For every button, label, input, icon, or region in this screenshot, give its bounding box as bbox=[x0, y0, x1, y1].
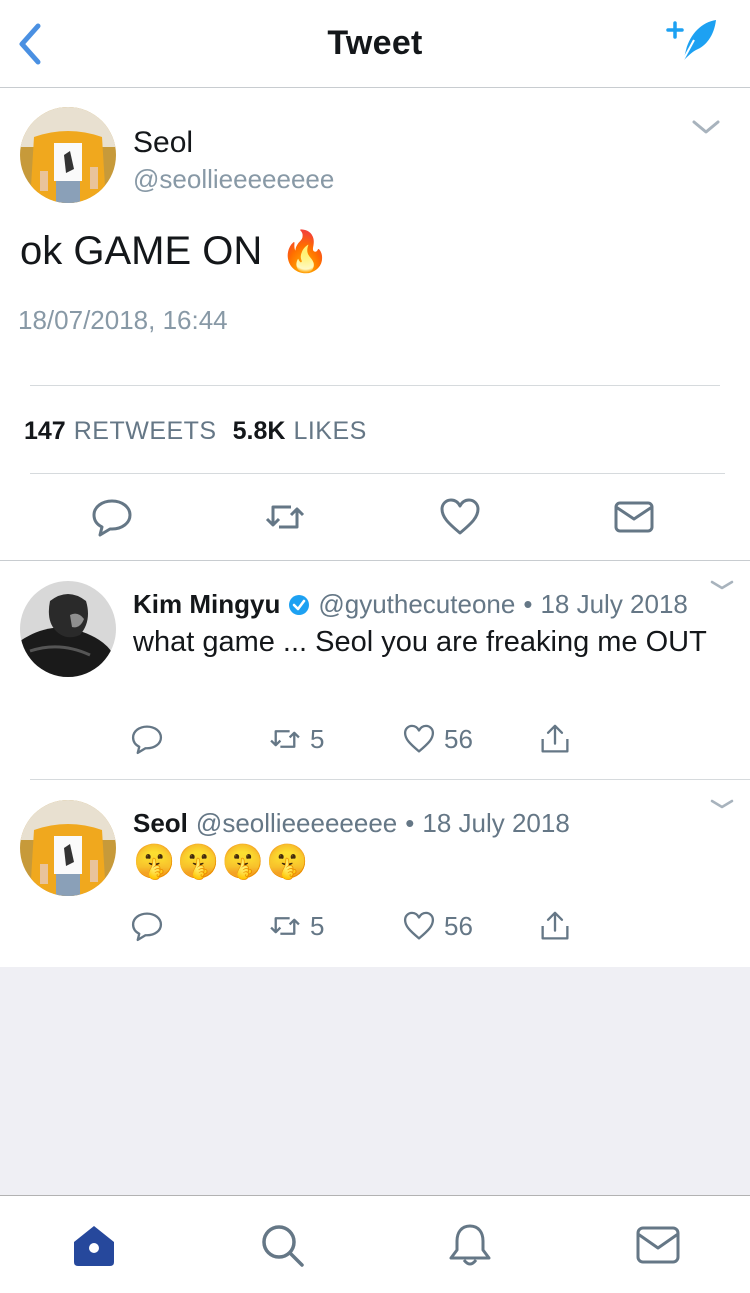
reply-share-button[interactable] bbox=[538, 719, 572, 759]
retweets-count[interactable]: 147 bbox=[24, 417, 66, 446]
notifications-bell-icon bbox=[449, 1224, 491, 1266]
retweet-icon bbox=[270, 917, 300, 935]
divider bbox=[30, 779, 750, 780]
reply-header: Seol @seollieeeeeeee • 18 July 2018 bbox=[133, 808, 570, 839]
tweet-text-content: ok GAME ON bbox=[20, 229, 263, 273]
messages-mail-icon bbox=[636, 1226, 680, 1264]
reply-icon bbox=[92, 499, 132, 537]
reply-button[interactable] bbox=[90, 495, 134, 539]
reply-menu-button[interactable] bbox=[708, 578, 736, 594]
retweet-icon bbox=[270, 730, 300, 748]
meta-separator: • bbox=[405, 808, 415, 838]
reply-author-name[interactable]: Seol bbox=[133, 808, 188, 839]
reply-date: 18 July 2018 bbox=[540, 589, 688, 619]
meta-separator: • bbox=[523, 589, 533, 619]
heart-icon bbox=[403, 911, 435, 940]
author-handle[interactable]: @seollieeeeeeee bbox=[133, 164, 334, 195]
avatar-seol-image bbox=[20, 107, 116, 203]
tweet-timestamp: 18/07/2018, 16:44 bbox=[18, 305, 228, 335]
chevron-down-icon bbox=[692, 120, 720, 134]
empty-content-area bbox=[0, 967, 750, 1195]
reply-text: what game ... Seol you are freaking me O… bbox=[133, 626, 707, 658]
avatar[interactable] bbox=[20, 800, 116, 896]
avatar[interactable] bbox=[20, 581, 116, 677]
compose-tweet-button[interactable] bbox=[664, 16, 724, 68]
reply-icon bbox=[131, 912, 163, 942]
reply-share-button[interactable] bbox=[538, 906, 572, 946]
heart-icon bbox=[440, 498, 480, 535]
retweet-button[interactable] bbox=[263, 495, 307, 539]
divider bbox=[30, 385, 720, 386]
retweet-count: 5 bbox=[310, 910, 325, 941]
reply-reply-button[interactable] bbox=[130, 906, 164, 946]
bottom-tab-bar bbox=[0, 1195, 750, 1293]
reply-handle[interactable]: @seollieeeeeeee bbox=[196, 808, 397, 839]
like-count: 56 bbox=[444, 910, 473, 941]
shushing-face-emoji-row: 🤫🤫🤫🤫 bbox=[133, 843, 311, 881]
tweet-text: ok GAME ON 🔥 bbox=[20, 228, 330, 275]
fire-emoji: 🔥 bbox=[280, 230, 331, 274]
author-name[interactable]: Seol bbox=[133, 126, 193, 160]
share-dm-button[interactable] bbox=[612, 495, 656, 539]
search-icon bbox=[262, 1225, 304, 1267]
home-icon bbox=[74, 1226, 114, 1266]
reply-menu-button[interactable] bbox=[708, 797, 736, 813]
tab-search[interactable] bbox=[258, 1222, 306, 1268]
tab-messages[interactable] bbox=[634, 1222, 682, 1268]
likes-label[interactable]: LIKES bbox=[293, 417, 366, 446]
reply-icon bbox=[131, 725, 163, 755]
reply-like-button[interactable]: 56 bbox=[402, 719, 473, 759]
retweet-count: 5 bbox=[310, 723, 325, 754]
retweet-icon bbox=[265, 505, 305, 529]
reply-author-name[interactable]: Kim Mingyu bbox=[133, 589, 280, 620]
retweets-label[interactable]: RETWEETS bbox=[74, 417, 217, 446]
divider bbox=[30, 473, 725, 474]
page-title: Tweet bbox=[327, 24, 423, 62]
mail-icon bbox=[614, 501, 654, 533]
reply-handle[interactable]: @gyuthecuteone bbox=[318, 589, 515, 620]
compose-feather-icon bbox=[666, 20, 716, 63]
share-icon bbox=[541, 911, 569, 940]
tab-home[interactable] bbox=[70, 1222, 118, 1268]
avatar-seol-image bbox=[20, 800, 116, 896]
share-icon bbox=[541, 724, 569, 753]
reply-date: 18 July 2018 bbox=[422, 808, 570, 838]
navigation-header: Tweet bbox=[0, 0, 750, 88]
tweet-stats: 147 RETWEETS 5.8K LIKES bbox=[24, 417, 375, 446]
avatar[interactable] bbox=[20, 107, 116, 203]
tweet-menu-button[interactable] bbox=[690, 116, 722, 138]
chevron-down-icon bbox=[710, 799, 734, 809]
reply-retweet-button[interactable]: 5 bbox=[268, 906, 324, 946]
verified-badge-icon bbox=[289, 594, 310, 615]
avatar-mingyu-image bbox=[20, 581, 116, 677]
reply-emoji-text: 🤫🤫🤫🤫 bbox=[133, 842, 310, 882]
tab-notifications[interactable] bbox=[446, 1222, 494, 1268]
like-count: 56 bbox=[444, 723, 473, 754]
reply-reply-button[interactable] bbox=[130, 719, 164, 759]
chevron-down-icon bbox=[710, 580, 734, 590]
reply-like-button[interactable]: 56 bbox=[402, 906, 473, 946]
divider bbox=[0, 560, 750, 561]
like-button[interactable] bbox=[438, 495, 482, 539]
reply-header: Kim Mingyu @gyuthecuteone • 18 July 2018 bbox=[133, 589, 688, 620]
reply-retweet-button[interactable]: 5 bbox=[268, 719, 324, 759]
likes-count[interactable]: 5.8K bbox=[233, 417, 286, 446]
heart-icon bbox=[403, 724, 435, 753]
